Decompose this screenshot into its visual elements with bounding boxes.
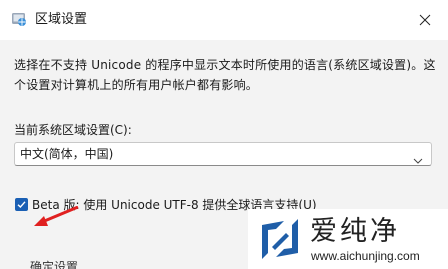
partial-bottom-text: 确定设置 [30, 260, 79, 269]
red-arrow-annotation [30, 205, 80, 230]
title-bar: 区域设置 [0, 0, 448, 40]
system-locale-dropdown[interactable]: 中文(简体，中国) [14, 142, 432, 166]
watermark-url: www.aichunjing.com [311, 249, 420, 263]
watermark-brand: 爱纯净 [310, 216, 400, 247]
checkmark-icon [17, 201, 26, 209]
brand-logo-icon [256, 215, 304, 263]
chevron-down-icon [413, 150, 423, 164]
watermark: 爱纯净 www.aichunjing.com [248, 209, 448, 269]
globe-settings-icon [11, 11, 27, 27]
close-button[interactable] [402, 0, 448, 40]
utf8-beta-checkbox[interactable] [15, 198, 28, 211]
region-settings-dialog: 区域设置 选择在不支持 Unicode 的程序中显示文本时所使用的语言(系统区域… [0, 0, 448, 269]
locale-selected-value: 中文(简体，中国) [20, 147, 114, 161]
description-text: 选择在不支持 Unicode 的程序中显示文本时所使用的语言(系统区域设置)。这… [14, 58, 436, 92]
close-icon [419, 11, 431, 30]
locale-label: 当前系统区域设置(C): [14, 123, 132, 137]
window-title: 区域设置 [35, 12, 88, 27]
